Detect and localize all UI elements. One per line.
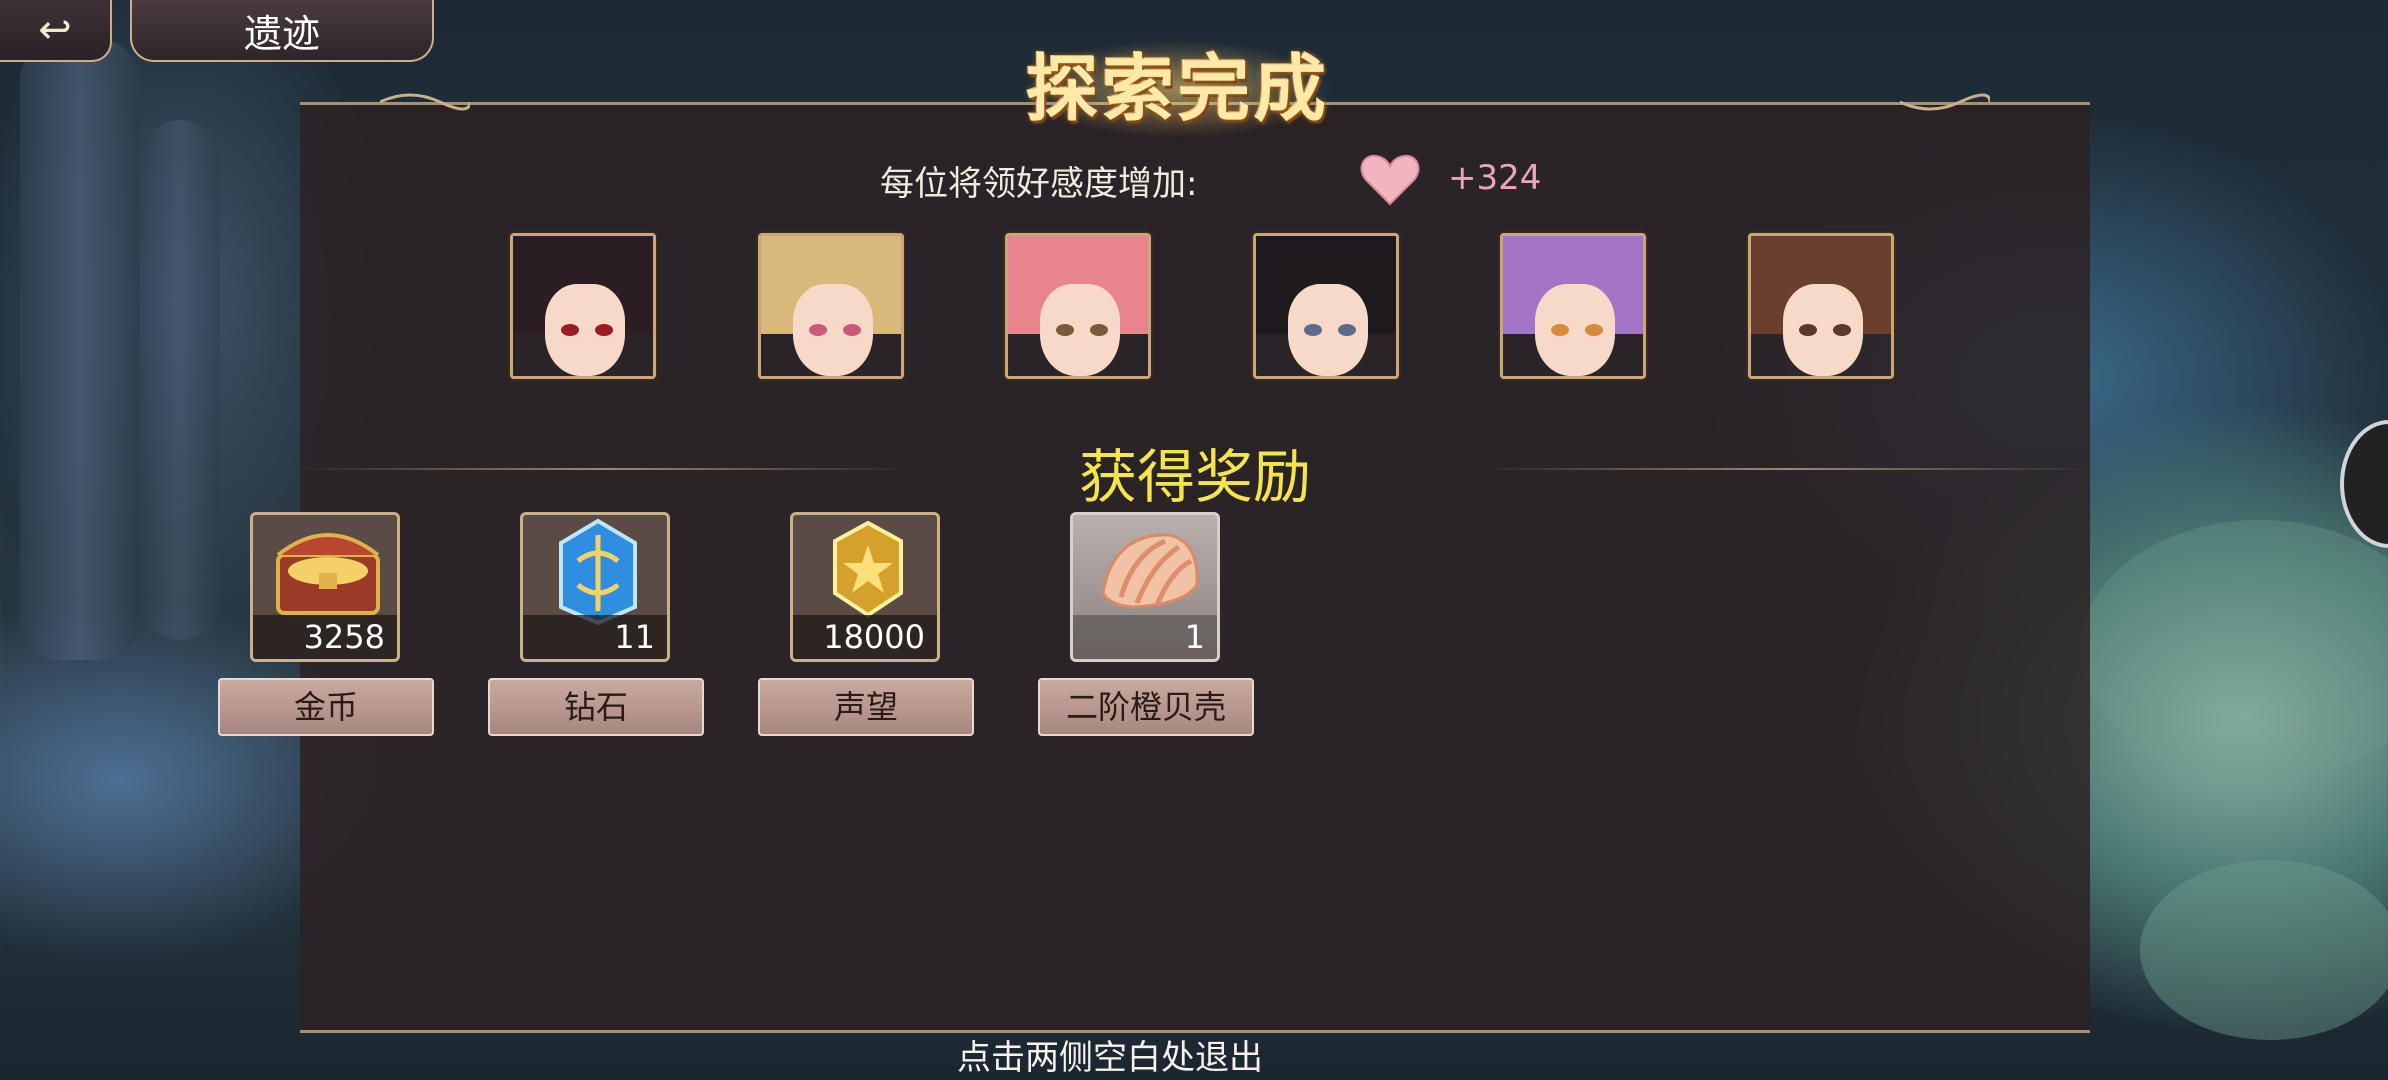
general-portrait-2[interactable] [758, 233, 904, 379]
back-button[interactable]: ↩ [0, 0, 112, 62]
general-portrait-3[interactable] [1005, 233, 1151, 379]
orange-shell-icon [1101, 533, 1199, 609]
portrait-face [1040, 284, 1120, 376]
treasure-chest-icon [276, 533, 380, 615]
reward-quantity: 1 [1073, 615, 1217, 659]
portrait-eye [1833, 324, 1851, 336]
affinity-row: 每位将领好感度增加: +324 [880, 150, 1541, 210]
panel-ornament-left [380, 93, 470, 111]
reward-label-gold: 金币 [218, 678, 434, 736]
portrait-face [1535, 284, 1615, 376]
portrait-eye [1799, 324, 1817, 336]
portrait-eye [1090, 324, 1108, 336]
portrait-eye [1338, 324, 1356, 336]
portrait-face [1783, 284, 1863, 376]
portrait-eye [1551, 324, 1569, 336]
rewards-title: 获得奖励 [1078, 443, 1311, 511]
background-pillar [140, 120, 220, 640]
portrait-eye [1056, 324, 1074, 336]
reward-label-orange-shell: 二阶橙贝壳 [1038, 678, 1254, 736]
portrait-eye [809, 324, 827, 336]
side-menu-button[interactable] [2340, 420, 2388, 548]
back-arrow-icon: ↩ [38, 7, 72, 53]
page-title: 遗迹 [130, 0, 434, 62]
banner-title: 探索完成 [1025, 46, 1330, 131]
reward-item-prestige[interactable]: 18000 [790, 512, 940, 662]
divider-right [1480, 468, 2090, 470]
reward-quantity: 3258 [253, 615, 397, 659]
portrait-eye [561, 324, 579, 336]
exit-hint[interactable]: 点击两侧空白处退出 [890, 1030, 1330, 1079]
panel-ornament-right [1900, 93, 1990, 111]
portrait-face [545, 284, 625, 376]
reward-item-gold[interactable]: 3258 [250, 512, 400, 662]
portrait-eye [843, 324, 861, 336]
gold-badge-icon [833, 520, 903, 618]
background-foliage [2080, 520, 2388, 780]
page-title-text: 遗迹 [243, 11, 320, 56]
portrait-eye [1585, 324, 1603, 336]
heart-icon [1360, 154, 1420, 206]
portrait-eye [595, 324, 613, 336]
general-portrait-1[interactable] [510, 233, 656, 379]
general-portrait-4[interactable] [1253, 233, 1399, 379]
reward-label-prestige: 声望 [758, 678, 974, 736]
reward-item-diamond[interactable]: 11 [520, 512, 670, 662]
reward-label-diamond: 钻石 [488, 678, 704, 736]
reward-quantity: 11 [523, 615, 667, 659]
reward-item-orange-shell[interactable]: 1 [1070, 512, 1220, 662]
exploration-complete-banner: 探索完成 [968, 20, 1388, 145]
blue-crystal-icon [559, 518, 637, 626]
general-portrait-5[interactable] [1500, 233, 1646, 379]
portrait-face [793, 284, 873, 376]
portrait-eye [1304, 324, 1322, 336]
general-portrait-6[interactable] [1748, 233, 1894, 379]
reward-quantity: 18000 [793, 615, 937, 659]
affinity-value: +324 [1448, 158, 1542, 198]
portrait-face [1288, 284, 1368, 376]
background-foliage [2140, 860, 2388, 1040]
divider-left [300, 468, 910, 470]
affinity-label: 每位将领好感度增加: [880, 163, 1198, 204]
background-pillar [20, 40, 140, 660]
